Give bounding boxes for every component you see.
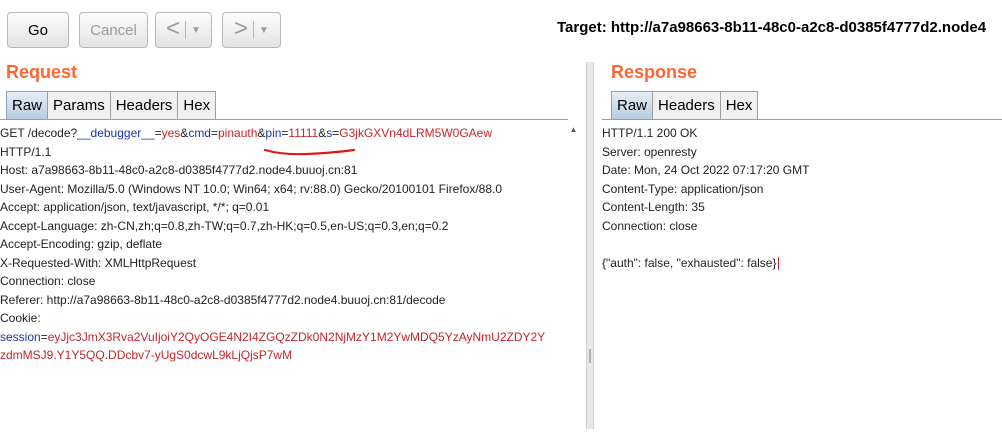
tab-hex[interactable]: Hex (719, 91, 759, 119)
back-button[interactable]: < ▼ (155, 12, 212, 48)
response-editor[interactable]: HTTP/1.1 200 OK Server: openresty Date: … (602, 119, 1002, 434)
go-button[interactable]: Go (7, 12, 69, 48)
splitter-grip[interactable] (589, 349, 591, 363)
request-header-line: User-Agent: Mozilla/5.0 (Windows NT 10.0… (0, 181, 503, 196)
request-header-line: Accept-Encoding: gzip, deflate (0, 237, 163, 251)
request-header-line: X-Requested-With: XMLHttpRequest (0, 255, 197, 270)
request-header-line: Accept: application/json, text/javascrip… (0, 200, 270, 214)
tab-raw[interactable]: Raw (611, 91, 654, 119)
forward-button[interactable]: > ▼ (222, 12, 281, 48)
back-arrow-icon: < (166, 15, 181, 42)
request-header-line: Cookie: (0, 311, 41, 325)
response-line: Content-Type: application/json (602, 181, 764, 196)
cookie-line: session=eyJjc3JmX3Rva2VuIjoiY2QyOGE4N2I4… (0, 329, 546, 344)
response-tabs: Raw Headers Hex (611, 91, 759, 119)
request-title: Request (6, 62, 78, 82)
tab-params[interactable]: Params (47, 91, 111, 119)
response-body-line: {"auth": false, "exhausted": false} (602, 255, 779, 270)
request-editor[interactable]: GET /decode?__debugger__=yes&cmd=pinauth… (0, 119, 568, 434)
tab-headers[interactable]: Headers (109, 91, 179, 119)
response-line: Server: openresty (602, 144, 697, 159)
chevron-down-icon[interactable]: ▼ (259, 25, 269, 36)
cookie-line-continued: zdmMSJ9.Y1Y5QQ.DDcbv7-yUgS0dcwL9kLjQjsP7… (0, 348, 293, 362)
scroll-up-arrow-icon[interactable]: ▲ (568, 124, 579, 135)
forward-arrow-icon: > (234, 15, 249, 42)
request-header-line: Accept-Language: zh-CN,zh;q=0.8,zh-TW;q=… (0, 218, 449, 233)
tab-headers[interactable]: Headers (652, 91, 721, 119)
divider (253, 21, 255, 39)
cancel-button[interactable]: Cancel (79, 12, 148, 48)
response-line: HTTP/1.1 200 OK (602, 126, 698, 140)
request-header-line: Connection: close (0, 274, 96, 288)
target-url[interactable]: Target: http://a7a98663-8b11-48c0-a2c8-d… (557, 19, 986, 36)
response-line: Content-Length: 35 (602, 200, 705, 214)
request-header-line: Host: a7a98663-8b11-48c0-a2c8-d0385f4777… (0, 163, 358, 177)
divider (185, 21, 187, 39)
tab-raw[interactable]: Raw (6, 91, 49, 119)
panel-splitter[interactable] (586, 62, 594, 429)
text-cursor (777, 256, 779, 270)
request-tabs: Raw Params Headers Hex (6, 91, 217, 119)
cancel-button-label: Cancel (90, 21, 137, 39)
tab-hex[interactable]: Hex (177, 91, 217, 119)
response-line: Connection: close (602, 218, 698, 233)
response-line (602, 235, 1002, 254)
go-button-label: Go (27, 21, 48, 39)
response-title: Response (611, 62, 698, 82)
response-line: Date: Mon, 24 Oct 2022 07:17:20 GMT (602, 163, 810, 177)
annotation-underline (263, 148, 356, 156)
chevron-down-icon[interactable]: ▼ (191, 25, 201, 36)
request-header-line: Referer: http://a7a98663-8b11-48c0-a2c8-… (0, 292, 446, 307)
toolbar: Go Cancel < ▼ > ▼ Target: http://a7a9866… (0, 0, 1002, 62)
request-line: GET /decode?__debugger__=yes&cmd=pinauth… (0, 126, 492, 140)
